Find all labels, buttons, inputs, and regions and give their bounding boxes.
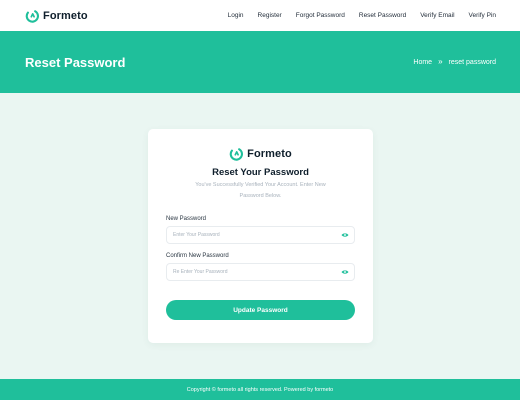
nav-link-register[interactable]: Register — [258, 12, 282, 19]
formeto-logo-icon — [229, 148, 244, 161]
eye-icon[interactable] — [341, 269, 349, 275]
breadcrumb-home-link[interactable]: Home — [413, 59, 432, 66]
nav-link-login[interactable]: Login — [228, 12, 244, 19]
eye-icon[interactable] — [341, 232, 349, 238]
confirm-password-field-wrapper — [166, 263, 355, 282]
new-password-input[interactable] — [173, 232, 323, 239]
formeto-logo-icon — [25, 9, 39, 23]
new-password-label: New Password — [166, 216, 207, 223]
reset-password-card: Formeto Reset Your Password You've Succe… — [148, 129, 373, 343]
nav-link-forgot-password[interactable]: Forgot Password — [296, 12, 345, 19]
confirm-password-label: Confirm New Password — [166, 253, 229, 260]
brand-name: Formeto — [43, 9, 88, 22]
card-subtitle: You've Successfully Verified Your Accoun… — [195, 182, 326, 199]
site-footer: Copyright © formeto all rights reserved.… — [0, 379, 520, 400]
nav-link-reset-password[interactable]: Reset Password — [359, 12, 406, 19]
breadcrumb: Home » reset password — [413, 58, 496, 66]
breadcrumb-current: reset password — [448, 58, 496, 66]
main-nav: Login Register Forgot Password Reset Pas… — [228, 12, 496, 19]
new-password-field-wrapper — [166, 226, 355, 245]
card-brand-logo: Formeto — [166, 147, 355, 161]
breadcrumb-separator-icon: » — [438, 57, 443, 66]
update-password-button[interactable]: Update Password — [166, 300, 355, 321]
nav-link-verify-pin[interactable]: Verify Pin — [469, 12, 496, 19]
brand-logo[interactable]: Formeto — [25, 9, 88, 23]
confirm-password-input[interactable] — [173, 269, 323, 276]
top-navbar: Formeto Login Register Forgot Password R… — [0, 0, 520, 31]
card-title: Reset Your Password — [212, 167, 309, 178]
page-hero: Reset Password Home » reset password — [0, 31, 520, 93]
page-title: Reset Password — [25, 54, 126, 70]
footer-copyright: Copyright © formeto all rights reserved.… — [186, 386, 334, 393]
card-brand-name: Formeto — [247, 148, 292, 160]
nav-link-verify-email[interactable]: Verify Email — [420, 12, 454, 19]
